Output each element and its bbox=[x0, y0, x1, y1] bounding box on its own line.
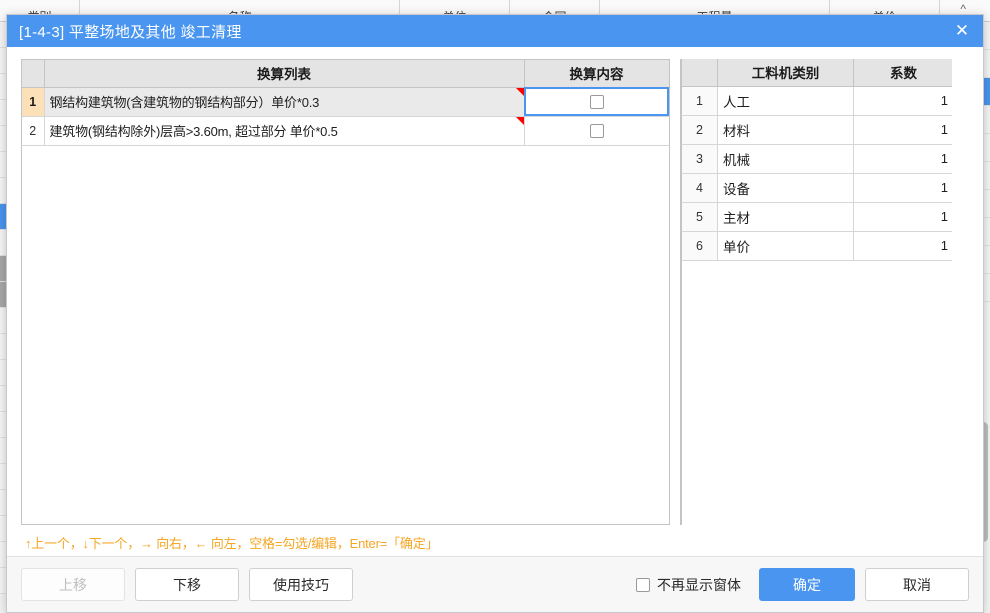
conversion-table-empty-area bbox=[22, 145, 669, 524]
category-header-category: 工料机类别 bbox=[717, 59, 854, 87]
move-up-button[interactable]: 上移 bbox=[21, 568, 125, 601]
conversion-row-label: 建筑物(钢结构除外)层高>3.60m, 超过部分 单价*0.5 bbox=[49, 124, 338, 139]
category-row-index: 5 bbox=[681, 202, 718, 232]
category-row-index: 4 bbox=[681, 173, 718, 203]
category-row-coefficient[interactable]: 1 bbox=[853, 173, 952, 203]
category-row-coefficient[interactable]: 1 bbox=[853, 115, 952, 145]
conversion-header-list: 换算列表 bbox=[44, 60, 525, 88]
category-row-name[interactable]: 设备 bbox=[717, 173, 854, 203]
conversion-header-index bbox=[22, 60, 45, 88]
category-row-index: 6 bbox=[681, 231, 718, 261]
table-row[interactable]: 3 机械 1 bbox=[681, 144, 952, 174]
category-row-coefficient[interactable]: 1 bbox=[853, 86, 952, 116]
conversion-list-panel: 换算列表 换算内容 1 钢结构建筑物(含建筑物的钢结构部分）单价*0.3 2 建筑物(… bbox=[21, 59, 670, 525]
tips-button[interactable]: 使用技巧 bbox=[249, 568, 353, 601]
category-row-name[interactable]: 单价 bbox=[717, 231, 854, 261]
conversion-row-index: 1 bbox=[22, 87, 45, 117]
checkbox-icon[interactable] bbox=[589, 124, 604, 139]
category-row-name[interactable]: 材料 bbox=[717, 115, 854, 145]
category-row-name[interactable]: 主材 bbox=[717, 202, 854, 232]
table-row[interactable]: 2 材料 1 bbox=[681, 115, 952, 145]
category-row-coefficient[interactable]: 1 bbox=[853, 144, 952, 174]
category-row-coefficient[interactable]: 1 bbox=[853, 231, 952, 261]
category-row-name[interactable]: 机械 bbox=[717, 144, 854, 174]
category-row-index: 1 bbox=[681, 86, 718, 116]
checkbox-icon[interactable] bbox=[636, 577, 650, 592]
table-row[interactable]: 6 单价 1 bbox=[681, 231, 952, 261]
dialog-title: [1-4-3] 平整场地及其他 竣工清理 bbox=[19, 23, 242, 41]
conversion-row-index: 2 bbox=[22, 116, 45, 146]
table-row[interactable]: 4 设备 1 bbox=[681, 173, 952, 203]
conversion-header-content: 换算内容 bbox=[524, 60, 669, 88]
dont-show-again-checkbox[interactable]: 不再显示窗体 bbox=[636, 575, 741, 595]
category-row-index: 2 bbox=[681, 115, 718, 145]
conversion-row-label: 钢结构建筑物(含建筑物的钢结构部分）单价*0.3 bbox=[49, 95, 320, 110]
conversion-row-text[interactable]: 钢结构建筑物(含建筑物的钢结构部分）单价*0.3 bbox=[44, 87, 525, 117]
category-header-coefficient: 系数 bbox=[853, 59, 952, 87]
table-row[interactable]: 5 主材 1 bbox=[681, 202, 952, 232]
checkbox-icon[interactable] bbox=[589, 95, 604, 110]
dialog-body: 换算列表 换算内容 1 钢结构建筑物(含建筑物的钢结构部分）单价*0.3 2 建筑物(… bbox=[7, 47, 983, 525]
keyboard-hint: ↑上一个，↓下一个，→ 向右，← 向左，空格=勾选/编辑，Enter=「确定」 bbox=[25, 536, 439, 551]
confirm-button[interactable]: 确定 bbox=[759, 568, 855, 601]
category-table-header-row: 工料机类别 系数 bbox=[681, 59, 952, 87]
category-header-index bbox=[681, 59, 718, 87]
cancel-button[interactable]: 取消 bbox=[865, 568, 969, 601]
conversion-table-header-row: 换算列表 换算内容 bbox=[22, 60, 669, 88]
note-marker-icon bbox=[515, 116, 523, 125]
close-icon[interactable]: ✕ bbox=[941, 15, 983, 47]
conversion-row-text[interactable]: 建筑物(钢结构除外)层高>3.60m, 超过部分 单价*0.5 bbox=[44, 116, 525, 146]
conversion-row-checkbox-cell[interactable] bbox=[524, 116, 669, 146]
table-row[interactable]: 2 建筑物(钢结构除外)层高>3.60m, 超过部分 单价*0.5 bbox=[22, 116, 669, 146]
category-row-coefficient[interactable]: 1 bbox=[853, 202, 952, 232]
table-row[interactable]: 1 人工 1 bbox=[681, 86, 952, 116]
category-panel: 工料机类别 系数 1 人工 1 2 材料 1 3 机械 1 4 设备 1 5 主材 1 6 单价 1 bbox=[680, 59, 952, 525]
dialog-footer: 上移 下移 使用技巧 不再显示窗体 确定 取消 bbox=[7, 556, 983, 612]
note-marker-icon bbox=[515, 87, 523, 96]
table-row[interactable]: 1 钢结构建筑物(含建筑物的钢结构部分）单价*0.3 bbox=[22, 87, 669, 117]
category-table: 工料机类别 系数 1 人工 1 2 材料 1 3 机械 1 4 设备 1 5 主材 1 6 单价 1 bbox=[681, 59, 952, 261]
category-row-name[interactable]: 人工 bbox=[717, 86, 854, 116]
category-row-index: 3 bbox=[681, 144, 718, 174]
conversion-dialog: [1-4-3] 平整场地及其他 竣工清理 ✕ 换算列表 换算内容 1 钢结构建筑物… bbox=[6, 14, 984, 613]
category-table-empty-area bbox=[681, 260, 952, 525]
dont-show-again-label: 不再显示窗体 bbox=[657, 576, 741, 593]
conversion-table: 换算列表 换算内容 1 钢结构建筑物(含建筑物的钢结构部分）单价*0.3 2 建筑物(… bbox=[22, 60, 669, 146]
conversion-row-checkbox-cell[interactable] bbox=[524, 87, 669, 117]
dialog-titlebar: [1-4-3] 平整场地及其他 竣工清理 ✕ bbox=[7, 15, 983, 47]
move-down-button[interactable]: 下移 bbox=[135, 568, 239, 601]
